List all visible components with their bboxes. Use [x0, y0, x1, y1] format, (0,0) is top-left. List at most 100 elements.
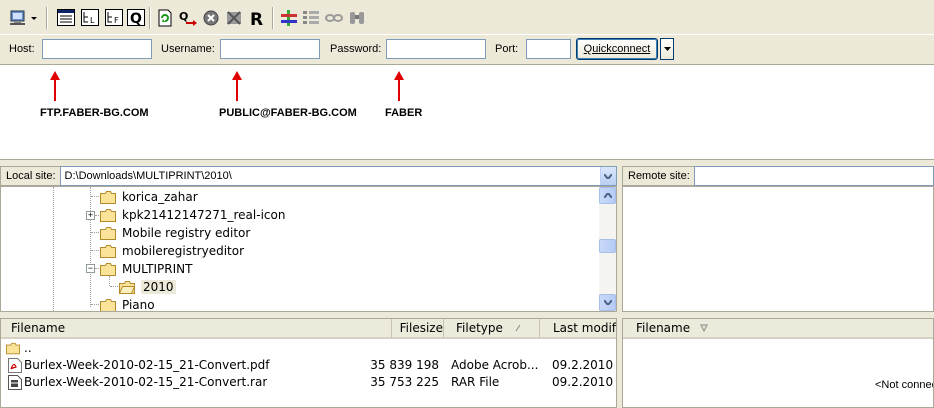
tree-item-piano[interactable]: Piano: [100, 296, 155, 312]
local-path-dropdown-button[interactable]: [599, 167, 616, 185]
refresh-icon: [158, 9, 172, 26]
collapse-toggle[interactable]: −: [86, 264, 95, 273]
filetype-header-label: Filetype: [456, 321, 503, 335]
reconnect-icon: R: [250, 10, 263, 27]
tree-item-mobileregistryeditor[interactable]: mobileregistryeditor: [100, 242, 244, 260]
column-header-filename[interactable]: Filename: [1, 319, 392, 338]
remote-path-combobox[interactable]: [693, 166, 934, 186]
quickconnect-bar: Host: Username: Password: Port: Quickcon…: [0, 34, 934, 63]
process-queue-button[interactable]: Q: [177, 7, 199, 28]
folder-icon: [6, 342, 20, 355]
site-manager-button[interactable]: [8, 7, 40, 28]
compare-directories-button[interactable]: [278, 7, 300, 28]
tree-item-label: 2010: [141, 280, 176, 294]
file-row-parent[interactable]: ..: [1, 340, 616, 357]
local-path-combobox[interactable]: D:\Downloads\MULTIPRINT\2010\: [59, 166, 617, 186]
file-type: Adobe Acrob...: [451, 358, 539, 372]
binoculars-icon: [350, 11, 364, 24]
sync-browsing-button[interactable]: [323, 7, 345, 28]
remote-file-list: Filename <Not connec: [622, 318, 934, 408]
tree-item-multiprint[interactable]: MULTIPRINT: [100, 260, 192, 278]
sort-descending-icon: [700, 324, 708, 333]
username-annotation: PUBLIC@FABER-BG.COM: [219, 107, 357, 119]
disconnect-icon: [227, 10, 241, 25]
file-name: Burlex-Week-2010-02-15_21-Convert.pdf: [24, 358, 270, 372]
tree-item-kpk-real-icon[interactable]: kpk21412147271_real-icon: [100, 206, 285, 224]
host-annotation: FTP.FABER-BG.COM: [40, 107, 149, 119]
remote-column-header-filename[interactable]: Filename: [623, 319, 933, 338]
host-input[interactable]: [42, 39, 152, 59]
compare-icon: [281, 9, 297, 26]
remote-site-bar: Remote site:: [622, 166, 934, 186]
tree-item-2010[interactable]: 2010: [119, 278, 176, 296]
scroll-thumb[interactable]: [599, 239, 616, 253]
chevron-down-icon: [603, 300, 612, 305]
svg-text:Q: Q: [179, 10, 188, 23]
toggle-message-log-button[interactable]: [55, 7, 77, 28]
local-tree-icon: L: [81, 9, 99, 26]
cancel-button[interactable]: [200, 7, 222, 28]
filter-button[interactable]: [300, 7, 322, 28]
folder-icon: [100, 208, 116, 222]
pdf-file-icon: [8, 358, 22, 373]
sync-browsing-icon: [325, 13, 343, 22]
tree-item-label: kpk21412147271_real-icon: [122, 208, 286, 222]
file-name: ..: [24, 341, 32, 355]
file-date: 09.2.2010 г: [552, 375, 617, 389]
message-log-icon: [57, 9, 75, 26]
tree-item-mobile-registry-editor[interactable]: Mobile registry editor: [100, 224, 250, 242]
port-label: Port:: [495, 43, 519, 55]
local-directory-tree: + − korica_zahar kpk21412147271_real-ico…: [0, 186, 617, 312]
username-input[interactable]: [220, 39, 320, 59]
file-size: 35 753 225: [370, 375, 439, 389]
file-row[interactable]: Burlex-Week-2010-02-15_21-Convert.rar 35…: [1, 374, 616, 391]
cancel-icon: [203, 10, 219, 25]
local-file-list: Filename Filesize Filetype Last modifi .…: [0, 318, 617, 408]
remote-site-label: Remote site:: [622, 166, 694, 186]
tree-item-label: Piano: [122, 298, 155, 312]
tree-item-label: korica_zahar: [122, 190, 198, 204]
file-name: Burlex-Week-2010-02-15_21-Convert.rar: [24, 375, 268, 389]
expand-toggle[interactable]: +: [86, 211, 95, 220]
svg-text:F: F: [114, 16, 119, 25]
file-date: 09.2.2010 г: [552, 358, 617, 372]
chevron-down-icon: [604, 173, 613, 179]
local-tree-scrollbar[interactable]: [599, 187, 616, 311]
toggle-remote-tree-button[interactable]: F: [103, 7, 125, 28]
scroll-up-button[interactable]: [599, 187, 616, 204]
password-input[interactable]: [386, 39, 486, 59]
port-input[interactable]: [526, 39, 571, 59]
tree-item-label: Mobile registry editor: [122, 226, 251, 240]
column-header-filesize[interactable]: Filesize: [392, 319, 444, 338]
quickconnect-button-label: Quickconnect: [583, 43, 651, 55]
tree-item-korica-zahar[interactable]: korica_zahar: [100, 188, 198, 206]
folder-icon: [100, 226, 116, 240]
host-arrow-icon: [50, 71, 60, 101]
chevron-down-icon: [663, 47, 671, 51]
folder-icon: [100, 244, 116, 258]
file-row[interactable]: Burlex-Week-2010-02-15_21-Convert.pdf 35…: [1, 357, 616, 374]
quickconnect-button[interactable]: Quickconnect: [576, 38, 658, 60]
file-size: 35 839 198: [370, 358, 439, 372]
process-queue-icon: Q: [179, 10, 197, 26]
host-label: Host:: [9, 43, 35, 55]
folder-icon: [100, 190, 116, 204]
refresh-button[interactable]: [154, 7, 176, 28]
disconnect-button[interactable]: [223, 7, 245, 28]
toggle-local-tree-button[interactable]: L: [79, 7, 101, 28]
quickconnect-dropdown-button[interactable]: [660, 38, 674, 60]
site-manager-icon: [10, 10, 37, 25]
folder-icon: [100, 298, 116, 311]
search-button[interactable]: [346, 7, 368, 28]
toggle-queue-button[interactable]: Q: [125, 7, 147, 28]
column-header-last-modified[interactable]: Last modifi: [540, 319, 616, 338]
main-toolbar: L F Q Q R: [0, 0, 934, 34]
username-label: Username:: [161, 43, 215, 55]
remote-directory-tree: [622, 186, 934, 312]
open-folder-icon: [119, 280, 135, 294]
column-header-filetype[interactable]: Filetype: [444, 319, 540, 338]
reconnect-button[interactable]: R: [246, 7, 268, 28]
scroll-down-button[interactable]: [599, 294, 616, 311]
remote-file-list-header: Filename: [623, 319, 933, 339]
svg-text:Q: Q: [130, 11, 142, 26]
